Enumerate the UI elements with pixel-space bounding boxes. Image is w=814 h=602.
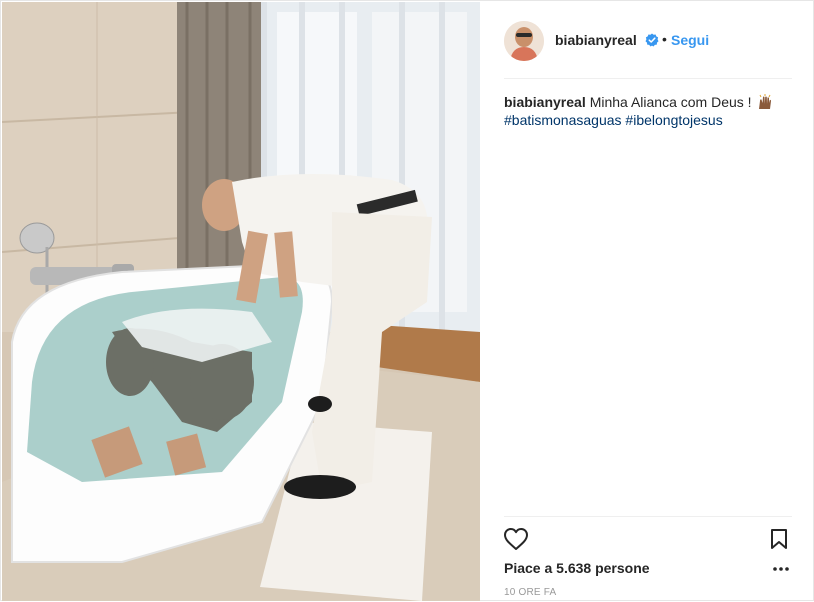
instagram-post: biabianyreal • Segui biabianyreal Minha A… — [0, 0, 814, 601]
post-caption: biabianyreal Minha Alianca com Deus ! #ba… — [504, 93, 794, 129]
bookmark-icon[interactable] — [769, 528, 789, 550]
post-header: biabianyreal • Segui — [481, 1, 814, 79]
likes-count[interactable]: Piace a 5.638 persone — [504, 560, 650, 576]
caption-text: Minha Alianca com Deus ! — [589, 94, 752, 110]
caption-username[interactable]: biabianyreal — [504, 94, 586, 110]
header-divider — [504, 78, 792, 79]
verified-badge-icon — [645, 33, 659, 47]
more-dots-icon[interactable] — [772, 564, 790, 574]
post-photo[interactable] — [2, 2, 480, 601]
follow-button[interactable]: Segui — [671, 32, 709, 48]
photo-illustration — [2, 2, 480, 601]
avatar-image — [504, 21, 544, 61]
raised-hands-emoji-icon — [759, 94, 772, 109]
post-sidebar: biabianyreal • Segui biabianyreal Minha A… — [481, 1, 814, 602]
hashtag-link[interactable]: #batismonasaguas — [504, 112, 622, 128]
heart-icon[interactable] — [503, 527, 529, 551]
header-separator: • — [662, 31, 667, 47]
hashtag-link[interactable]: #ibelongtojesus — [625, 112, 722, 128]
header-username[interactable]: biabianyreal — [555, 32, 637, 48]
post-timestamp[interactable]: 10 ORE FA — [504, 587, 556, 598]
avatar[interactable] — [504, 21, 544, 61]
actions-divider — [504, 516, 792, 517]
